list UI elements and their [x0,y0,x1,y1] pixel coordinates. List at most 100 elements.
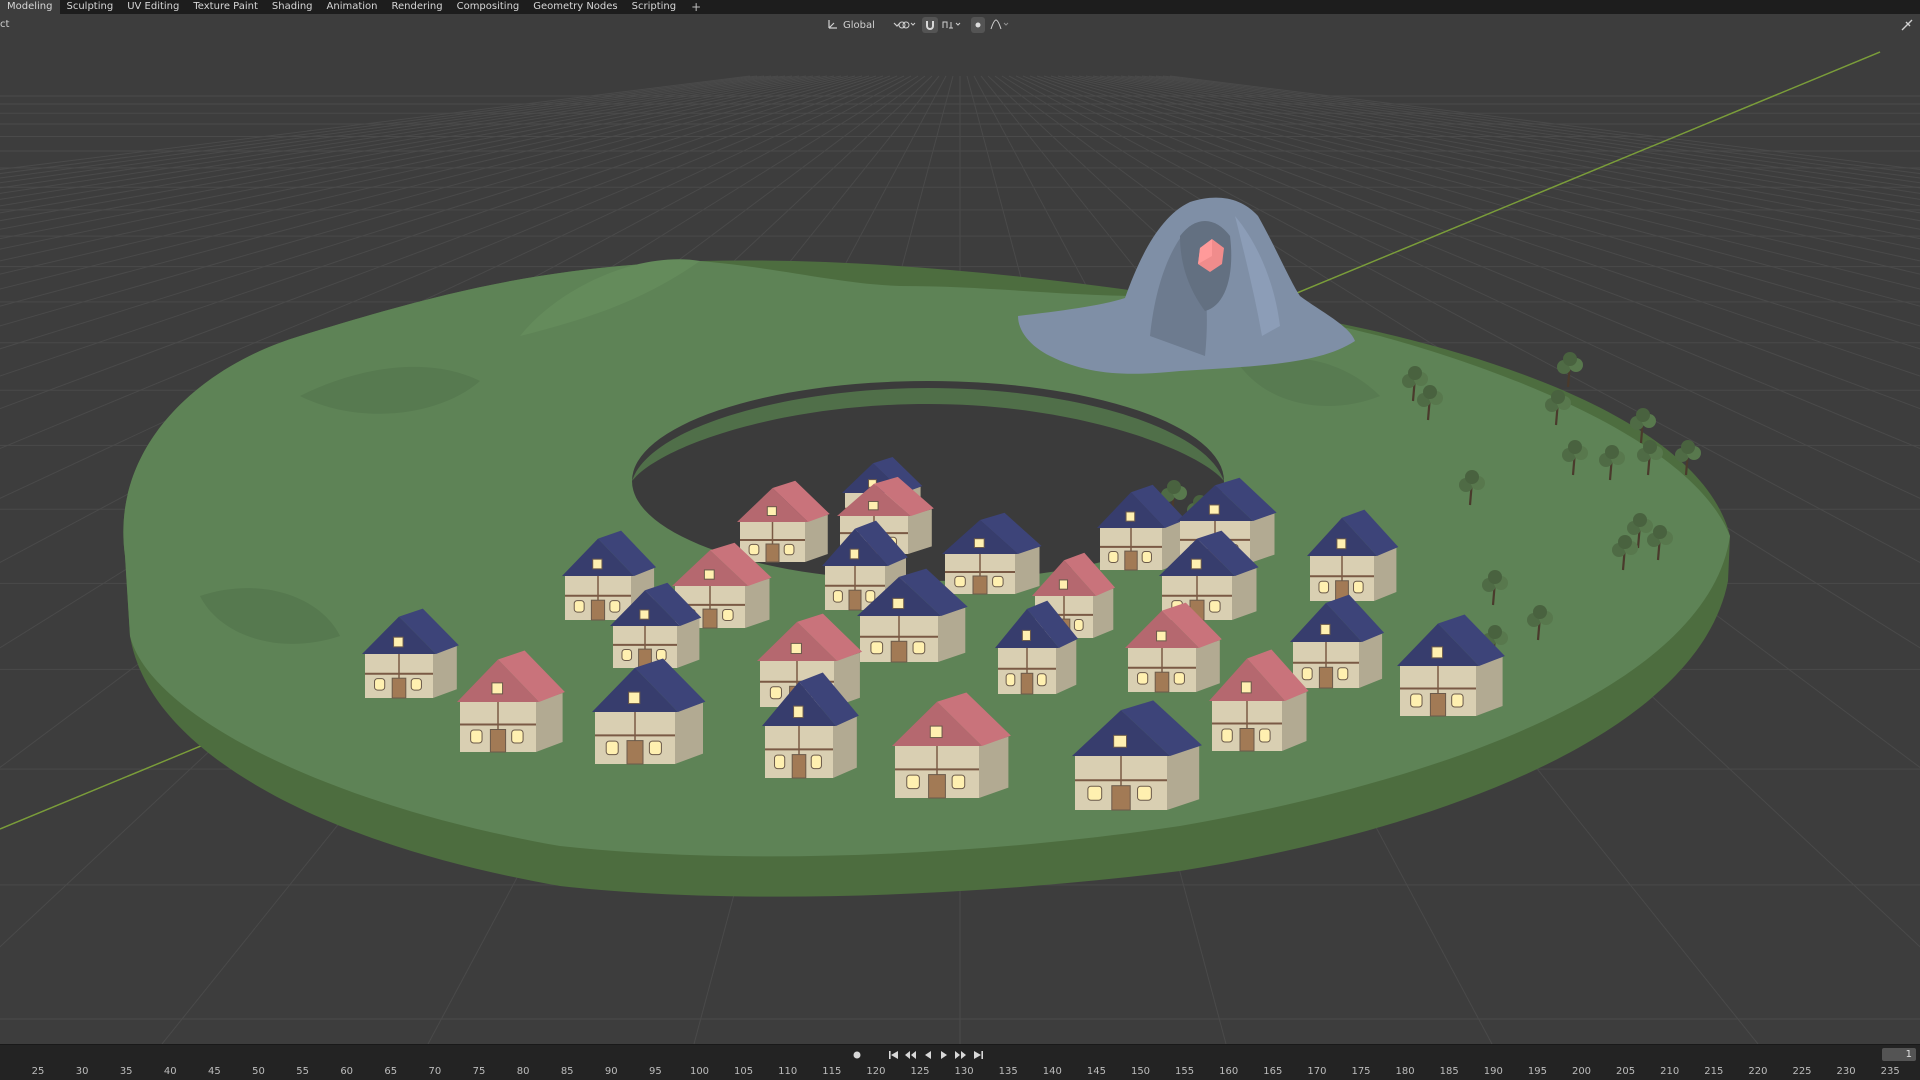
play-icon [939,1045,949,1064]
tree-foliage [1408,366,1422,380]
3d-viewport[interactable] [0,36,1920,1044]
house-window [929,725,943,739]
object-menu-fragment[interactable]: ct [0,19,9,30]
ruler-tick-label: 140 [1042,1066,1062,1077]
timeline-panel: 1 25 30 35 40 45 50 55 60 65 70 75 80 85 90 95 100 105 11… [0,1044,1920,1080]
house-side-wall [1232,568,1257,620]
tab-scripting[interactable]: Scripting [625,0,683,14]
house-side-wall [979,736,1009,798]
house-side-wall [1476,657,1503,716]
tab-rendering[interactable]: Rendering [385,0,450,14]
house-window [605,740,619,756]
house-window [374,678,386,691]
tab-shading[interactable]: Shading [265,0,320,14]
next-keyframe-icon [954,1045,967,1064]
pivot-point-button[interactable] [895,17,919,33]
house-side-wall [1167,746,1200,810]
tab-sculpting[interactable]: Sculpting [60,0,121,14]
house-window [1156,630,1167,642]
tab-geometry-nodes[interactable]: Geometry Nodes [526,0,624,14]
house-side-wall [1015,546,1040,594]
ruler-tick-label: 155 [1175,1066,1195,1077]
house-window [766,506,777,517]
house-window [865,590,876,603]
next-keyframe-button[interactable] [953,1048,967,1061]
house-window [1137,785,1152,801]
ruler-tick-label: 165 [1263,1066,1283,1077]
house-window [1005,673,1016,687]
tree-foliage [1563,352,1577,366]
jump-end-icon [973,1045,984,1064]
house-window [892,597,905,610]
play-button[interactable] [937,1048,951,1061]
tree-foliage [1633,513,1647,527]
house-side-wall [805,514,828,562]
orientation-gizmo-icon [827,18,839,33]
ruler-tick-label: 205 [1616,1066,1636,1077]
house-window [790,642,802,655]
house-door [626,740,644,765]
ruler-tick-label: 180 [1395,1066,1415,1077]
ruler-tick-label: 110 [778,1066,798,1077]
tab-modeling[interactable]: Modeling [0,0,60,14]
ruler-tick-label: 50 [252,1066,265,1077]
tab-uv-editing[interactable]: UV Editing [120,0,186,14]
house-window [1318,580,1330,594]
ruler-tick-label: 60 [340,1066,354,1077]
tree-foliage [1643,440,1657,454]
tree-foliage [1488,625,1502,639]
house-window [1301,667,1313,681]
ruler-tick-label: 230 [1836,1066,1856,1077]
house-window [573,600,585,613]
house-side-wall [833,716,857,778]
house-window [1320,623,1331,636]
current-frame-field[interactable]: 1 [1882,1048,1916,1061]
transform-orientation-dropdown[interactable]: Global [823,17,905,33]
house-door [590,599,606,621]
house-side-wall [745,578,770,628]
snap-toggle-button[interactable] [922,17,938,33]
jump-end-button[interactable] [971,1048,985,1061]
ruler-tick-label: 125 [910,1066,930,1077]
house-side-wall [1250,513,1275,563]
ruler-tick-label: 220 [1748,1066,1768,1077]
ruler-tick-label: 120 [866,1066,886,1077]
house-door [928,774,946,799]
tab-compositing[interactable]: Compositing [450,0,527,14]
house-window [656,649,667,661]
tree-foliage [1533,605,1547,619]
ruler-tick-label: 190 [1483,1066,1503,1077]
add-workspace-button[interactable]: + [683,0,709,14]
house-window [954,575,966,588]
ruler-tick-label: 55 [296,1066,309,1077]
house-window [1073,619,1084,631]
house-door [702,608,718,629]
ruler-tick-label: 65 [384,1066,398,1077]
ruler-tick-label: 170 [1307,1066,1327,1077]
prev-keyframe-icon [904,1045,917,1064]
tree [1557,352,1583,388]
jump-start-button[interactable] [886,1048,900,1061]
house-window [748,543,760,556]
house-window [810,754,822,770]
proportional-falloff-dropdown[interactable] [988,17,1012,33]
keyframe-dot-button[interactable] [850,1048,864,1061]
house-side-wall [675,702,703,764]
snap-target-dropdown[interactable] [940,17,964,33]
tab-texture-paint[interactable]: Texture Paint [186,0,265,14]
gizmo-toggle-icon[interactable] [1900,18,1914,32]
frame-ruler[interactable]: 25 30 35 40 45 50 55 60 65 70 75 80 85 90 95 100 105 110 1… [0,1064,1920,1080]
house-side-wall [677,618,700,668]
tree-foliage [1551,390,1565,404]
house-window [511,729,524,744]
tab-animation[interactable]: Animation [320,0,385,14]
house-window [906,774,920,790]
house-window [393,636,404,648]
tree-foliage [1167,480,1181,494]
proportional-editing-toggle[interactable] [971,17,985,33]
prev-keyframe-button[interactable] [903,1048,917,1061]
ruler-tick-label: 45 [208,1066,221,1077]
play-reverse-button[interactable] [921,1048,935,1061]
house-window [1087,785,1103,801]
house-window [1021,629,1031,642]
